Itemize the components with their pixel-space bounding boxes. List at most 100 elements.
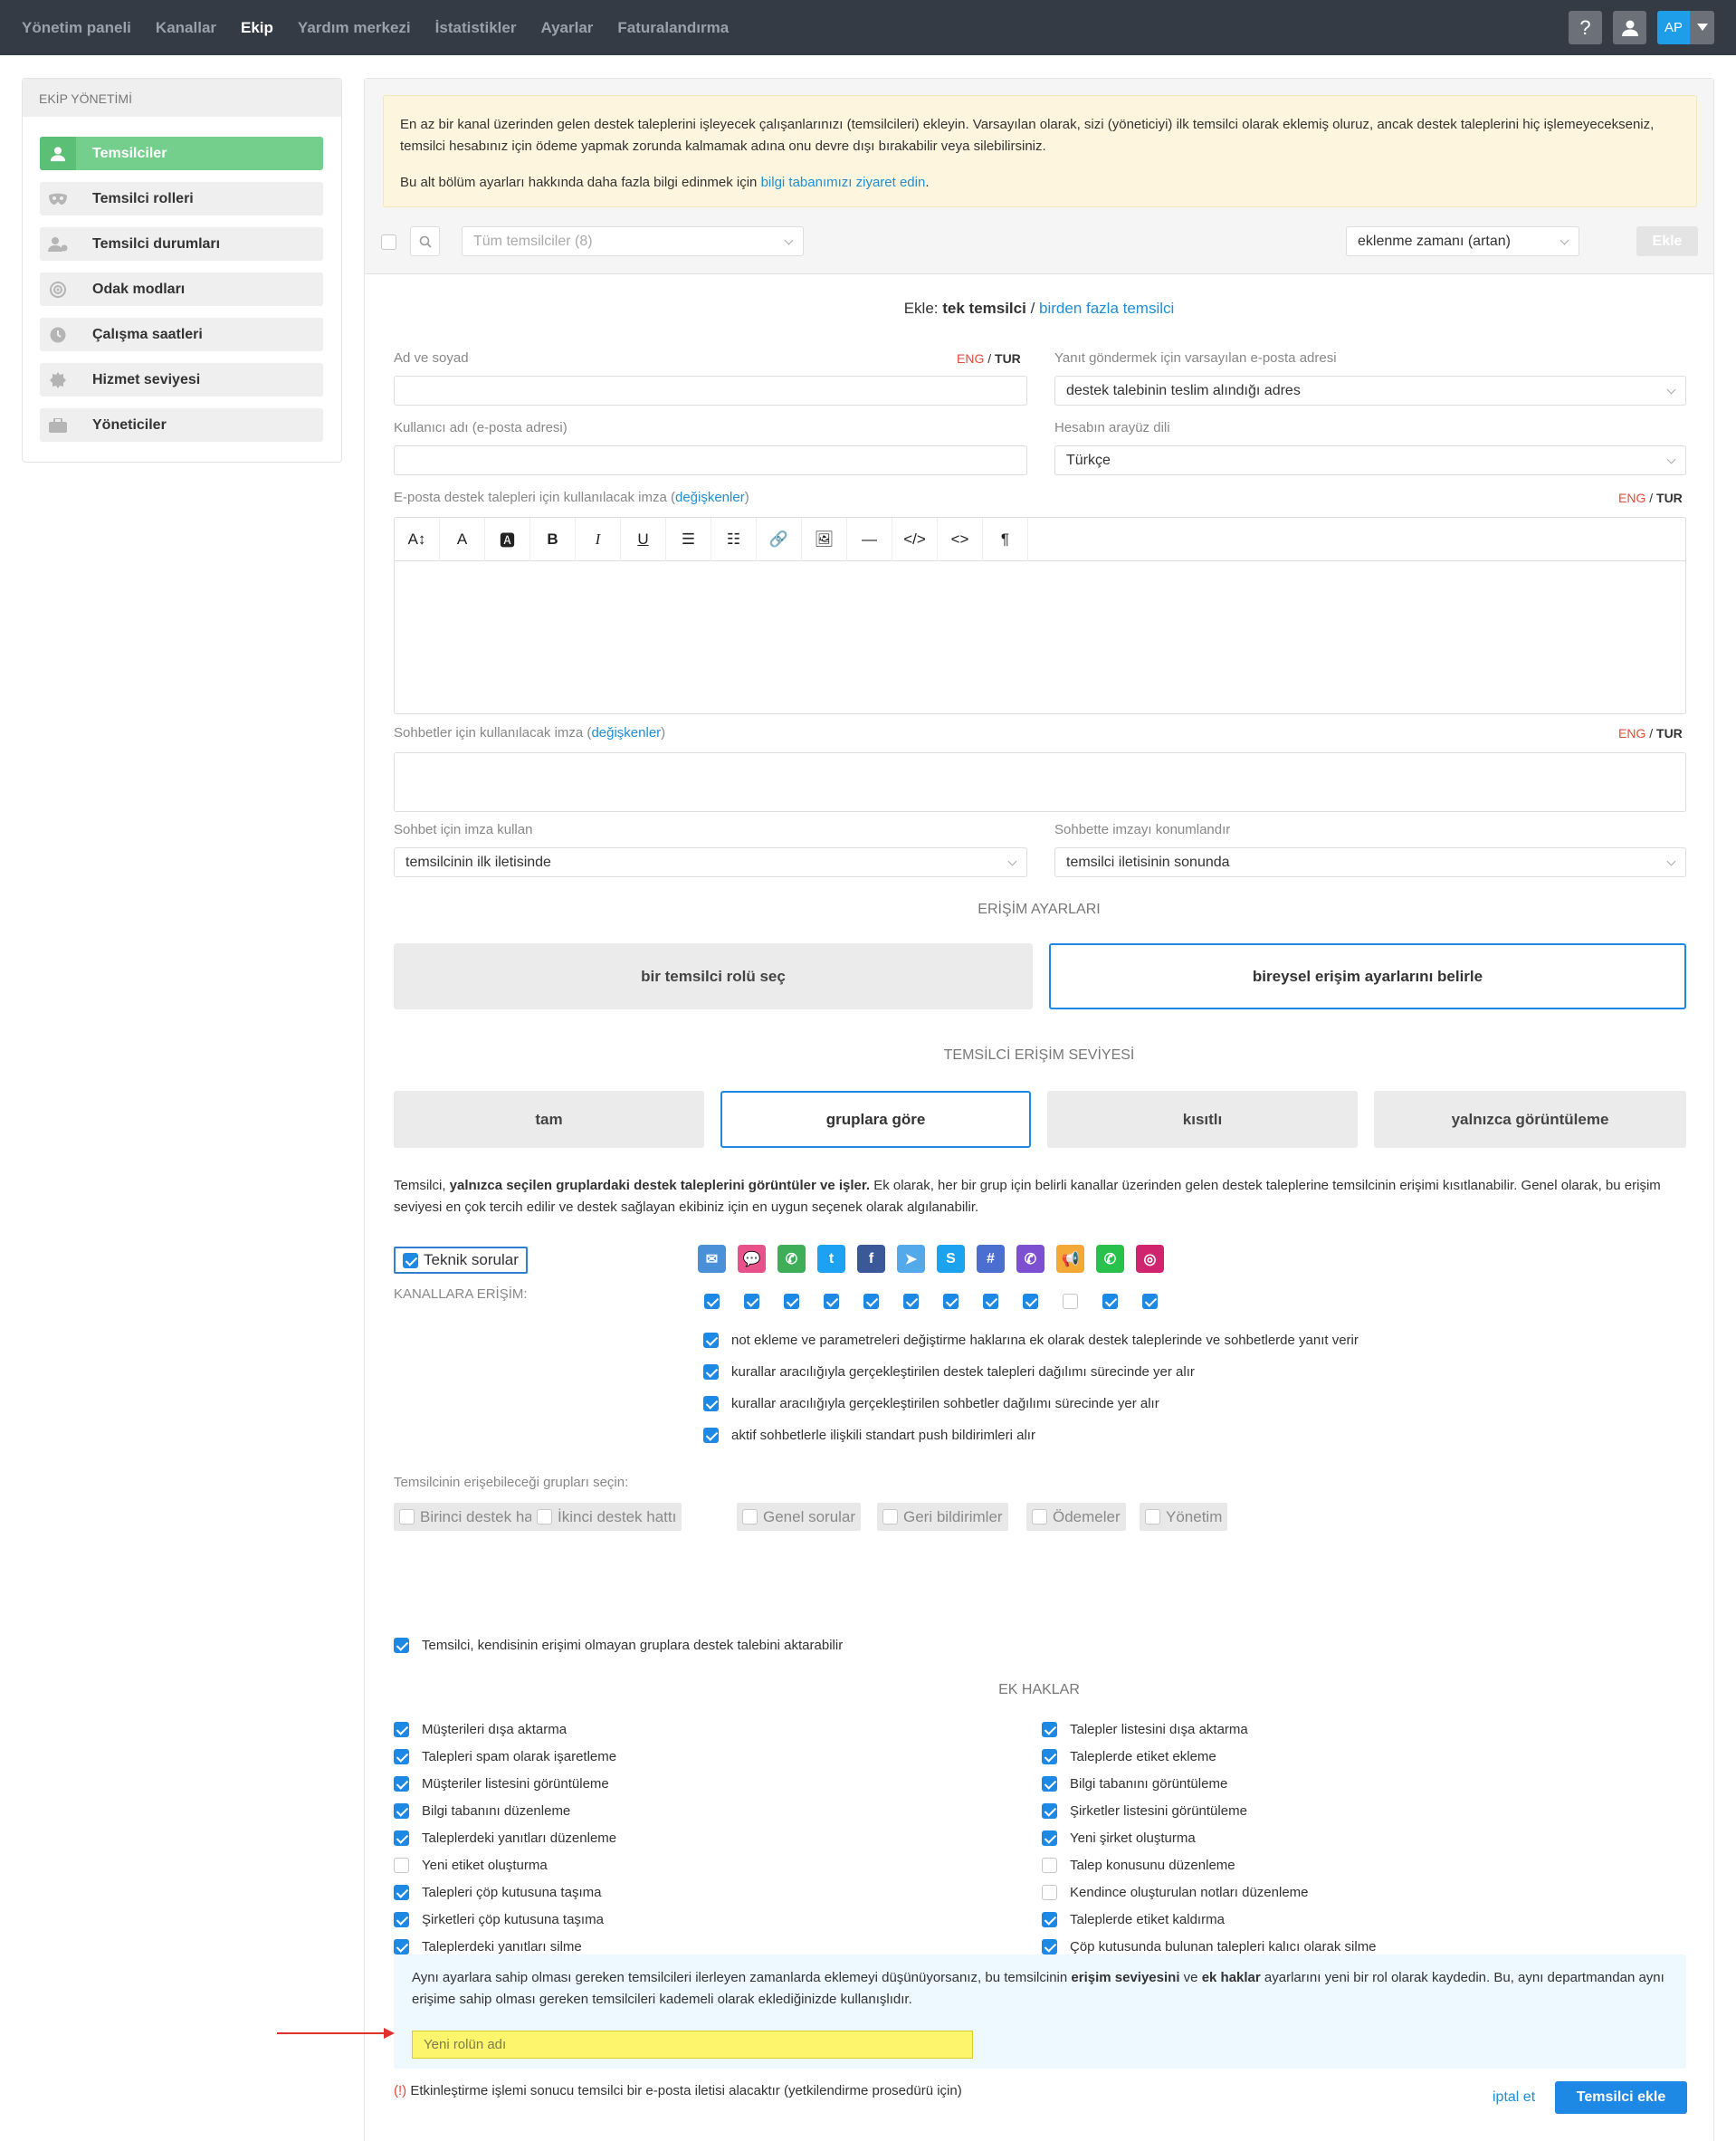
checkbox[interactable]: [537, 1509, 552, 1525]
extra-right-row[interactable]: Taleplerdeki yanıtları silme: [394, 1939, 582, 1955]
search-button[interactable]: [410, 226, 440, 256]
sidebar-item-admins[interactable]: Yöneticiler: [40, 408, 323, 442]
extra-right-row[interactable]: Talepler listesini dışa aktarma: [1042, 1722, 1248, 1737]
sort-select[interactable]: eklenme zamanı (artan): [1346, 226, 1579, 256]
channel-checkbox[interactable]: [1023, 1294, 1038, 1309]
channel-checkbox[interactable]: [943, 1294, 959, 1309]
checkbox[interactable]: [394, 1722, 409, 1737]
checkbox[interactable]: [703, 1396, 719, 1411]
code-view-icon[interactable]: </>: [892, 517, 938, 561]
checkbox[interactable]: [394, 1638, 409, 1653]
level-full-button[interactable]: tam: [394, 1091, 704, 1148]
nav-billing[interactable]: Faturalandırma: [617, 19, 729, 37]
checkbox[interactable]: [703, 1364, 719, 1380]
reply-email-select[interactable]: destek talebinin teslim alındığı adres: [1054, 376, 1686, 406]
chat-signature-input[interactable]: [394, 752, 1686, 812]
sidebar-item-service-level[interactable]: Hizmet seviyesi: [40, 363, 323, 397]
variables-link[interactable]: değişkenler: [675, 490, 745, 505]
checkbox[interactable]: [1042, 1830, 1057, 1846]
extra-right-row[interactable]: Müşterileri dışa aktarma: [394, 1722, 567, 1737]
channel-checkbox[interactable]: [903, 1294, 919, 1309]
group-chip[interactable]: Ödemeler: [1026, 1503, 1126, 1531]
multiple-agents-link[interactable]: birden fazla temsilci: [1039, 300, 1174, 317]
group-chip[interactable]: Birinci destek hattı: [394, 1503, 551, 1531]
checkbox[interactable]: [394, 1776, 409, 1792]
checkbox[interactable]: [1042, 1722, 1057, 1737]
paragraph-icon[interactable]: ¶: [983, 517, 1028, 561]
name-input[interactable]: [394, 376, 1027, 406]
checkbox[interactable]: [882, 1509, 898, 1525]
extra-right-row[interactable]: Çöp kutusunda bulunan talepleri kalıcı o…: [1042, 1939, 1377, 1955]
extra-right-row[interactable]: Bilgi tabanını düzenleme: [394, 1803, 570, 1819]
underline-icon[interactable]: U: [621, 517, 666, 561]
extra-right-row[interactable]: Yeni etiket oluşturma: [394, 1858, 548, 1873]
help-button[interactable]: ?: [1569, 11, 1602, 44]
channel-checkbox[interactable]: [824, 1294, 839, 1309]
checkbox[interactable]: [1042, 1803, 1057, 1819]
checkbox[interactable]: [1032, 1509, 1047, 1525]
lang-tur[interactable]: TUR: [995, 351, 1021, 366]
horizontal-rule-icon[interactable]: —: [847, 517, 892, 561]
sidebar-item-focus-modes[interactable]: Odak modları: [40, 272, 323, 306]
checkbox[interactable]: [1042, 1912, 1057, 1927]
nav-team[interactable]: Ekip: [241, 19, 273, 37]
checkbox[interactable]: [394, 1912, 409, 1927]
transfer-permission-row[interactable]: Temsilci, kendisinin erişimi olmayan gru…: [394, 1638, 843, 1653]
email-signature-editor[interactable]: A↕ A 🅰 B I U ☰ ☷ 🔗 🖼 — </> <> ¶: [394, 517, 1686, 714]
level-restricted-button[interactable]: kısıtlı: [1047, 1091, 1358, 1148]
single-agent-tab[interactable]: tek temsilci: [942, 300, 1026, 317]
sidebar-item-agent-statuses[interactable]: Temsilci durumları: [40, 227, 323, 261]
group-permission-row[interactable]: aktif sohbetlerle ilişkili standart push…: [703, 1428, 1035, 1443]
font-color-icon[interactable]: A: [440, 517, 485, 561]
checkbox[interactable]: [1042, 1749, 1057, 1764]
checkbox[interactable]: [394, 1830, 409, 1846]
nav-statistics[interactable]: İstatistikler: [435, 19, 517, 37]
checkbox[interactable]: [1042, 1776, 1057, 1792]
lang-tur[interactable]: TUR: [1656, 726, 1683, 741]
nav-dashboard[interactable]: Yönetim paneli: [22, 19, 131, 37]
individual-access-button[interactable]: bireysel erişim ayarlarını belirle: [1049, 943, 1686, 1009]
sidebar-item-agents[interactable]: Temsilciler: [40, 137, 323, 170]
code-icon[interactable]: <>: [938, 517, 983, 561]
agents-filter-select[interactable]: Tüm temsilciler (8): [462, 226, 804, 256]
group-chip[interactable]: İkinci destek hattı: [531, 1503, 682, 1531]
group-chip[interactable]: Geri bildirimler: [877, 1503, 1008, 1531]
channel-checkbox[interactable]: [863, 1294, 879, 1309]
cancel-link[interactable]: iptal et: [1493, 2089, 1535, 2106]
link-icon[interactable]: 🔗: [757, 517, 802, 561]
lang-eng[interactable]: ENG: [1618, 726, 1645, 741]
channel-checkbox[interactable]: [704, 1294, 720, 1309]
image-icon[interactable]: 🖼: [802, 517, 847, 561]
extra-right-row[interactable]: Taleplerde etiket kaldırma: [1042, 1912, 1225, 1927]
channel-checkbox[interactable]: [784, 1294, 799, 1309]
extra-right-row[interactable]: Taleplerde etiket ekleme: [1042, 1749, 1216, 1764]
level-by-groups-button[interactable]: gruplara göre: [720, 1091, 1031, 1148]
checkbox[interactable]: [394, 1858, 409, 1873]
checkbox[interactable]: [394, 1749, 409, 1764]
lang-eng[interactable]: ENG: [957, 351, 984, 366]
extra-right-row[interactable]: Kendince oluşturulan notları düzenleme: [1042, 1885, 1309, 1900]
checkbox[interactable]: [394, 1803, 409, 1819]
variables-link[interactable]: değişkenler: [591, 725, 661, 741]
extra-right-row[interactable]: Talepleri çöp kutusuna taşıma: [394, 1885, 601, 1900]
checkbox[interactable]: [1042, 1885, 1057, 1900]
lang-tur[interactable]: TUR: [1656, 491, 1683, 505]
group-permission-row[interactable]: not ekleme ve parametreleri değiştirme h…: [703, 1333, 1359, 1348]
background-color-icon[interactable]: 🅰: [485, 517, 530, 561]
checkbox[interactable]: [1145, 1509, 1160, 1525]
checkbox[interactable]: [1042, 1939, 1057, 1955]
extra-right-row[interactable]: Şirketleri çöp kutusuna taşıma: [394, 1912, 604, 1927]
checkbox[interactable]: [1042, 1858, 1057, 1873]
add-button[interactable]: Ekle: [1636, 226, 1698, 256]
knowledge-base-link[interactable]: bilgi tabanımızı ziyaret edin: [761, 175, 926, 190]
group-chip[interactable]: Yönetim: [1140, 1503, 1228, 1531]
lang-eng[interactable]: ENG: [1618, 491, 1645, 505]
signature-position-select[interactable]: temsilci iletisinin sonunda: [1054, 847, 1686, 877]
checkbox[interactable]: [742, 1509, 758, 1525]
group-permission-row[interactable]: kurallar aracılığıyla gerçekleştirilen d…: [703, 1364, 1195, 1380]
extra-right-row[interactable]: Talep konusunu düzenleme: [1042, 1858, 1235, 1873]
use-signature-select[interactable]: temsilcinin ilk iletisinde: [394, 847, 1027, 877]
nav-settings[interactable]: Ayarlar: [540, 19, 593, 37]
add-agent-button[interactable]: Temsilci ekle: [1555, 2081, 1687, 2114]
extra-right-row[interactable]: Yeni şirket oluşturma: [1042, 1830, 1196, 1846]
